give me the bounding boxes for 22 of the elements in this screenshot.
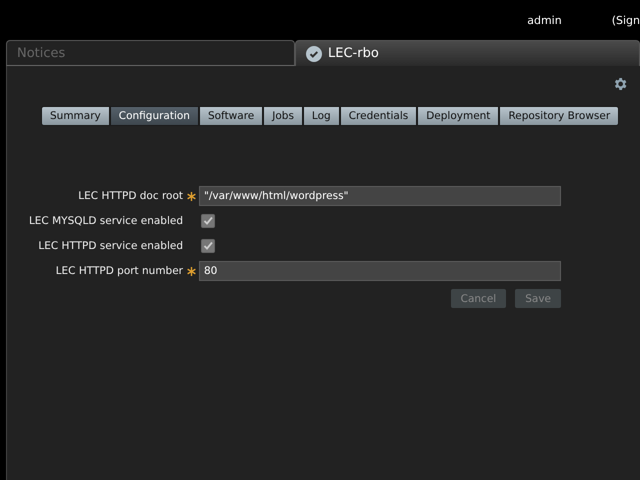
field-label: LEC HTTPD service enabled — [37, 240, 183, 252]
tab[interactable]: Software — [198, 106, 264, 126]
page-tab-label: LEC-rbo — [328, 46, 379, 61]
tab[interactable]: Credentials — [340, 106, 418, 126]
field-label: LEC HTTPD port number — [54, 265, 183, 277]
settings-icon[interactable] — [612, 76, 628, 92]
tab[interactable]: Repository Browser — [499, 106, 620, 126]
input-field[interactable]: "/var/www/html/wordpress" — [199, 186, 561, 206]
tab[interactable]: Configuration — [110, 106, 199, 126]
tab[interactable]: Log — [302, 106, 340, 126]
checkbox[interactable] — [201, 239, 215, 253]
tab[interactable]: Jobs — [263, 106, 303, 126]
tab[interactable]: Deployment — [417, 106, 500, 126]
field-label: LEC HTTPD doc root — [77, 190, 183, 202]
sign-out-link[interactable]: (Sign — [612, 14, 640, 26]
page-tab[interactable]: LEC-rbo — [295, 40, 640, 66]
page-tab-label: Notices — [17, 46, 66, 60]
checkbox[interactable] — [201, 214, 215, 228]
input-field[interactable]: 80 — [199, 261, 561, 281]
tab[interactable]: Summary — [41, 106, 110, 126]
field-label: LEC MYSQLD service enabled — [28, 215, 183, 227]
user-name: admin — [527, 14, 562, 26]
